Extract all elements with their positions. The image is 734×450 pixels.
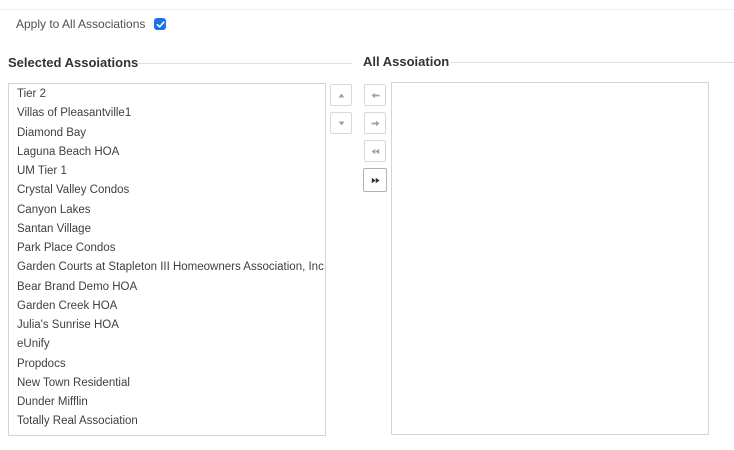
up-arrow-icon	[338, 93, 344, 97]
list-item[interactable]: Tier 2	[9, 85, 325, 104]
move-up-button[interactable]	[330, 84, 352, 106]
selected-title-rule	[137, 63, 352, 64]
move-down-button[interactable]	[330, 112, 352, 134]
list-item[interactable]: Propdocs	[9, 355, 325, 374]
list-item[interactable]: Villas of Pleasantville1	[9, 104, 325, 123]
list-item[interactable]: Garden Creek HOA	[9, 297, 325, 316]
double-left-arrow-icon	[371, 148, 379, 154]
list-item[interactable]: Bear Brand Demo HOA	[9, 278, 325, 297]
list-item[interactable]: Park Place Condos	[9, 239, 325, 258]
move-left-button[interactable]	[364, 84, 386, 106]
double-right-arrow-icon	[371, 177, 379, 183]
list-item[interactable]: Crystal Valley Condos	[9, 181, 325, 200]
move-all-right-button[interactable]	[363, 168, 387, 192]
move-right-button[interactable]	[364, 112, 386, 134]
list-item[interactable]: UM Tier 1	[9, 162, 325, 181]
selected-associations-list[interactable]: Tier 2 Villas of Pleasantville1 Diamond Ba…	[8, 83, 326, 436]
apply-to-all-label: Apply to All Associations	[16, 17, 146, 31]
list-item[interactable]: Diamond Bay	[9, 124, 325, 143]
all-associations-title: All Assoiation	[363, 53, 449, 69]
all-associations-title-text: All Assoiation	[363, 53, 450, 69]
list-item[interactable]: Santan Village	[9, 220, 325, 239]
list-item[interactable]: Laguna Beach HOA	[9, 143, 325, 162]
top-divider	[0, 9, 734, 10]
selected-associations-title-text: Selected Assoiations	[8, 54, 139, 70]
left-arrow-icon	[371, 92, 379, 98]
list-item[interactable]: New Town Residential	[9, 374, 325, 393]
right-arrow-icon	[371, 120, 379, 126]
all-title-rule	[451, 62, 734, 63]
list-item[interactable]: Canyon Lakes	[9, 201, 325, 220]
list-item[interactable]: Garden Courts at Stapleton III Homeowner…	[9, 258, 325, 277]
list-item[interactable]: eUnify	[9, 335, 325, 354]
checkmark-icon	[156, 20, 165, 28]
list-item[interactable]: Dunder Mifflin	[9, 393, 325, 412]
move-all-left-button[interactable]	[364, 140, 386, 162]
all-associations-list[interactable]	[391, 82, 709, 435]
down-arrow-icon	[338, 121, 344, 125]
apply-to-all-row: Apply to All Associations	[16, 16, 145, 32]
list-item[interactable]: Julia's Sunrise HOA	[9, 316, 325, 335]
selected-associations-title: Selected Assoiations	[8, 54, 138, 70]
list-item[interactable]: Totally Real Association	[9, 412, 325, 431]
apply-to-all-checkbox[interactable]	[154, 18, 166, 30]
